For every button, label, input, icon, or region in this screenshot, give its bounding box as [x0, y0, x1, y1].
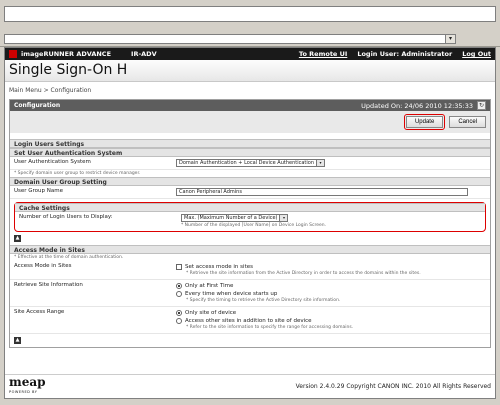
retrieve-label: Retrieve Site Information — [14, 282, 83, 288]
login-users-display-select[interactable]: Max. (Maximum Number of a Device) ▾ — [181, 214, 289, 222]
only-site-radio[interactable] — [176, 309, 182, 316]
domain-user-group-header: Domain User Group Setting — [10, 177, 490, 186]
footer: meap POWERED BY Version 2.4.0.29 Copyrig… — [5, 374, 495, 398]
browser-address-bar[interactable] — [4, 6, 496, 22]
user-auth-system-label: User Authentication System — [14, 159, 91, 165]
update-button[interactable]: Update — [405, 116, 444, 128]
panel-header: Configuration Updated On: 24/06 2010 12:… — [10, 100, 490, 111]
only-first-time-radio[interactable] — [176, 282, 182, 289]
top-bar: imageRUNNER ADVANCE IR-ADV To Remote UI … — [5, 48, 495, 60]
brand-name: imageRUNNER ADVANCE — [21, 50, 112, 58]
access-mode-row: Access Mode in Sites Set access mode in … — [10, 261, 490, 280]
user-group-input[interactable]: Canon Peripheral Admins — [176, 188, 468, 196]
scroll-to-top-icon[interactable]: ▲ — [14, 235, 21, 242]
user-group-row: User Group Name Canon Peripheral Admins — [10, 186, 490, 199]
canon-logo-icon — [9, 50, 17, 58]
access-mode-note: * Effective at the time of domain authen… — [14, 255, 124, 260]
other-sites-radio[interactable] — [176, 317, 182, 324]
cache-settings-highlight: Cache Settings Number of Login Users to … — [14, 202, 486, 232]
chevron-down-icon: ▾ — [316, 160, 325, 166]
update-button-highlight: Update — [403, 114, 446, 130]
breadcrumb[interactable]: Main Menu > Configuration — [5, 82, 495, 99]
device-name: IR-ADV — [131, 50, 157, 58]
page-title: Single Sign-On H — [9, 62, 128, 78]
updated-on-text: Updated On: 24/06 2010 12:35:33 — [361, 101, 473, 110]
range-note: * Refer to the site information to speci… — [186, 325, 354, 330]
to-remote-ui-link[interactable]: To Remote UI — [299, 50, 347, 58]
chevron-down-icon: ▾ — [279, 215, 288, 221]
other-sites-label: Access other sites in addition to site o… — [185, 318, 312, 324]
chevron-down-icon[interactable]: ▾ — [445, 35, 455, 43]
set-access-mode-label: Set access mode in sites — [185, 264, 253, 270]
configuration-panel: Configuration Updated On: 24/06 2010 12:… — [9, 99, 491, 348]
only-site-label: Only site of device — [185, 310, 237, 316]
retrieve-row: Retrieve Site Information Only at First … — [10, 280, 490, 307]
cache-row: Number of Login Users to Display: Max. (… — [15, 212, 485, 231]
cache-label: Number of Login Users to Display: — [19, 214, 113, 220]
action-buttons: Update Cancel — [10, 111, 490, 133]
site-range-row: Site Access Range Only site of device Ac… — [10, 307, 490, 334]
meap-logo: meap POWERED BY — [9, 374, 46, 394]
access-mode-header: Access Mode in Sites — [10, 245, 490, 254]
browser-chrome: ▾ — [0, 0, 500, 47]
user-auth-system-select[interactable]: Domain Authentication + Local Device Aut… — [176, 159, 326, 167]
set-access-mode-checkbox[interactable] — [176, 263, 182, 270]
panel-title: Configuration — [14, 102, 61, 109]
access-mode-label: Access Mode in Sites — [14, 263, 72, 269]
only-first-time-label: Only at First Time — [185, 283, 234, 289]
set-user-auth-header: Set User Authentication System — [10, 148, 490, 157]
refresh-icon[interactable]: ↻ — [477, 101, 486, 110]
user-group-label: User Group Name — [14, 188, 64, 194]
cache-settings-header: Cache Settings — [15, 203, 485, 212]
app-window: imageRUNNER ADVANCE IR-ADV To Remote UI … — [4, 47, 496, 399]
auth-note: * Specify domain user group to restrict … — [14, 171, 141, 176]
user-auth-system-row: User Authentication System Domain Authen… — [10, 157, 490, 170]
retrieve-note: * Specify the timing to retrieve the Act… — [186, 298, 341, 303]
login-user-text: Login User: Administrator — [357, 50, 453, 58]
copyright-text: Version 2.4.0.29 Copyright CANON INC. 20… — [295, 383, 491, 390]
login-users-settings-header: Login Users Settings — [10, 139, 490, 148]
set-access-note: * Retrieve the site information from the… — [186, 271, 421, 276]
cancel-button[interactable]: Cancel — [449, 116, 486, 128]
scroll-to-top-icon[interactable]: ▲ — [14, 337, 21, 344]
every-time-radio[interactable] — [176, 290, 182, 297]
every-time-label: Every time when device starts up — [185, 291, 278, 297]
browser-dropdown-bar[interactable]: ▾ — [4, 34, 456, 44]
log-out-link[interactable]: Log Out — [462, 50, 491, 58]
title-bar: Single Sign-On H — [5, 60, 495, 82]
cache-note: * Number of the displayed [User Name] on… — [181, 223, 327, 228]
site-range-label: Site Access Range — [14, 309, 65, 315]
